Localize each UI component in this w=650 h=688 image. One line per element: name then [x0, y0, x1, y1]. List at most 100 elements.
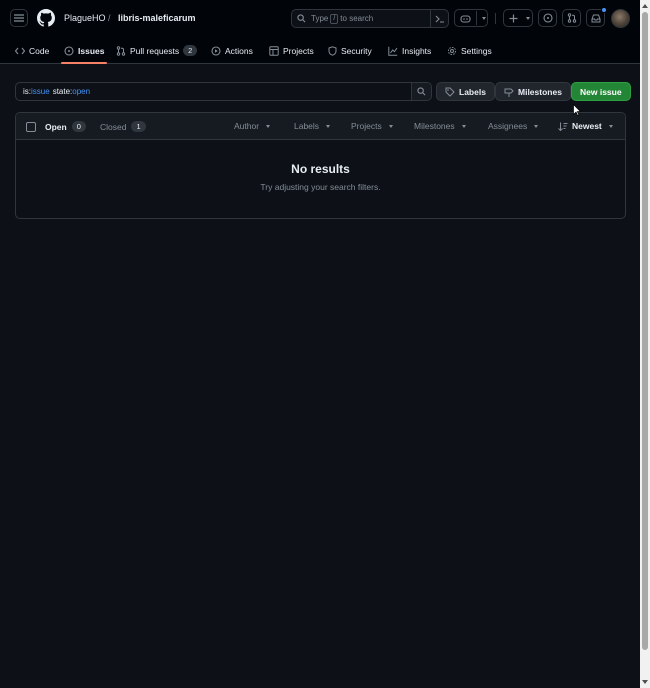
breadcrumb-owner[interactable]: PlagueHO [64, 13, 106, 23]
assignees-filter[interactable]: Assignees [488, 121, 539, 131]
projects-filter[interactable]: Projects [351, 121, 393, 131]
milestones-button[interactable]: Milestones [495, 82, 571, 101]
page: PlagueHO / libris-maleficarum Type / to … [0, 0, 640, 688]
scrollbar-thumb[interactable] [642, 12, 648, 650]
tab-actions-label: Actions [225, 45, 253, 56]
tab-issues-label: Issues [78, 45, 105, 56]
tab-issues[interactable]: Issues [60, 37, 108, 64]
tab-projects-label: Projects [283, 45, 314, 56]
plus-icon [509, 14, 518, 22]
git-pull-request-icon [116, 45, 126, 56]
search-icon [297, 14, 306, 23]
breadcrumb-repo[interactable]: libris-maleficarum [118, 13, 196, 23]
breadcrumb-separator: / [108, 13, 111, 23]
tab-insights-label: Insights [402, 45, 432, 56]
search-suffix: to search [340, 14, 374, 23]
search-icon [417, 87, 426, 96]
tab-insights[interactable]: Insights [388, 37, 431, 64]
milestones-filter[interactable]: Milestones [414, 121, 466, 131]
labels-button-label: Labels [459, 86, 486, 97]
chevron-down-icon [266, 124, 271, 128]
gear-icon [447, 46, 457, 55]
new-issue-button[interactable]: New issue [571, 82, 631, 101]
open-count: 0 [71, 121, 86, 132]
open-label: Open [45, 121, 67, 132]
labels-filter[interactable]: Labels [294, 121, 331, 131]
copilot-button[interactable] [454, 9, 488, 27]
tab-settings[interactable]: Settings [447, 37, 492, 64]
sort-label: Newest [572, 121, 602, 131]
mouse-cursor-icon [573, 104, 581, 116]
chevron-down-icon [608, 124, 613, 128]
closed-label: Closed [100, 121, 127, 132]
milestones-filter-label: Milestones [414, 121, 455, 131]
table-icon [269, 45, 279, 56]
empty-state-title: No results [291, 162, 350, 176]
sort-desc-icon [558, 122, 568, 131]
query-qualifier-key: is: [23, 87, 31, 96]
closed-count: 1 [131, 121, 146, 132]
issues-list-header: Open 0 Closed 1 Author Labels Projects M… [16, 113, 625, 140]
repo-nav: Code Issues Pull requests 2 Actions Proj… [0, 37, 640, 64]
milestone-icon [504, 88, 514, 97]
author-filter[interactable]: Author [234, 121, 271, 131]
tab-pull-requests-label: Pull requests [130, 45, 180, 56]
tab-settings-label: Settings [461, 45, 492, 56]
inbox-button[interactable] [586, 7, 607, 27]
shield-icon [328, 45, 337, 56]
query-qualifier-value: open [72, 87, 91, 96]
page-scrollbar[interactable] [640, 0, 650, 688]
search-input[interactable]: Type / to search [291, 9, 449, 28]
tab-projects[interactable]: Projects [269, 37, 314, 64]
command-palette-button[interactable] [430, 10, 448, 27]
notification-dot-icon [601, 7, 607, 13]
chevron-down-icon [482, 17, 486, 20]
labels-button[interactable]: Labels [436, 82, 495, 101]
avatar[interactable] [611, 9, 630, 28]
graph-icon [388, 46, 398, 56]
code-icon [15, 47, 25, 54]
issue-opened-icon [542, 13, 553, 23]
git-pull-request-icon [567, 13, 576, 23]
play-icon [211, 45, 221, 56]
open-issues-tab[interactable]: Open 0 [45, 121, 86, 132]
tab-actions[interactable]: Actions [211, 37, 253, 64]
closed-issues-tab[interactable]: Closed 1 [100, 121, 146, 132]
query-qualifier-value: issue [31, 87, 50, 96]
issues-shortcut-button[interactable] [538, 9, 557, 27]
new-issue-button-label: New issue [580, 86, 622, 97]
labels-filter-label: Labels [294, 121, 320, 131]
issues-filter-input[interactable]: is: issue state: open [15, 82, 432, 101]
terminal-icon [435, 15, 444, 23]
hamburger-icon [14, 14, 24, 22]
global-header: PlagueHO / libris-maleficarum Type / to … [0, 0, 640, 64]
chevron-down-icon [526, 17, 530, 20]
menu-button[interactable] [10, 9, 28, 27]
tag-icon [445, 87, 455, 97]
inbox-icon [591, 14, 600, 22]
pull-requests-counter: 2 [183, 45, 198, 56]
assignees-filter-label: Assignees [488, 121, 528, 131]
projects-filter-label: Projects [351, 121, 382, 131]
tab-security-label: Security [341, 45, 372, 56]
pull-requests-shortcut-button[interactable] [562, 9, 581, 27]
scroll-down-arrow-icon[interactable] [642, 680, 648, 684]
filter-search-button[interactable] [411, 83, 431, 100]
tab-code[interactable]: Code [15, 37, 49, 64]
scroll-up-arrow-icon[interactable] [642, 4, 648, 8]
search-shortcut-key: / [330, 13, 339, 24]
chevron-down-icon [461, 124, 466, 128]
tab-security[interactable]: Security [328, 37, 372, 64]
chevron-down-icon [326, 124, 331, 128]
tab-pull-requests[interactable]: Pull requests 2 [116, 37, 198, 64]
tab-code-label: Code [29, 45, 50, 56]
chevron-down-icon [388, 124, 393, 128]
author-filter-label: Author [234, 121, 260, 131]
sort-dropdown[interactable]: Newest [558, 121, 613, 131]
issues-list: Open 0 Closed 1 Author Labels Projects M… [15, 112, 626, 219]
create-new-button[interactable] [503, 9, 533, 27]
search-prefix: Type [311, 14, 329, 23]
empty-state-subtitle: Try adjusting your search filters. [260, 182, 381, 192]
select-all-checkbox[interactable] [26, 122, 36, 132]
github-logo-icon[interactable] [37, 9, 55, 27]
